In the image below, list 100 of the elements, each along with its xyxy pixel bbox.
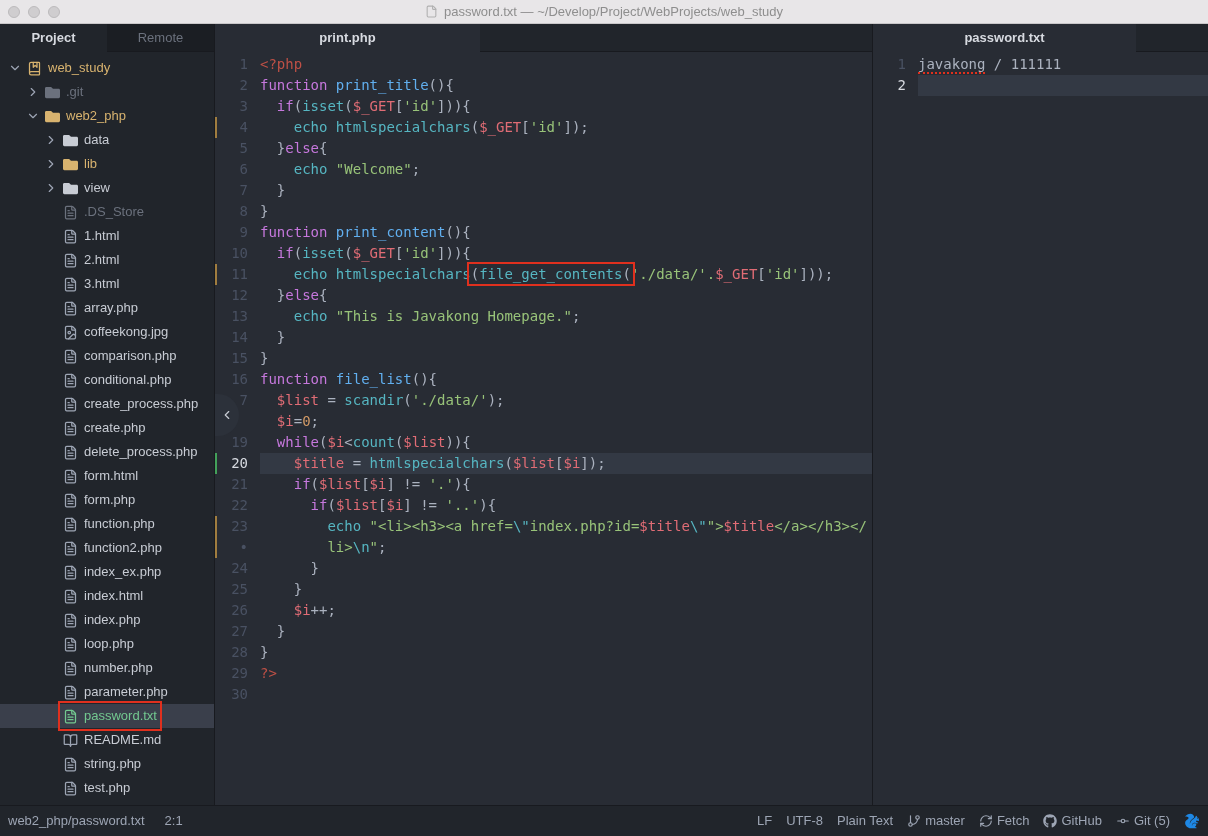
tree-item[interactable]: conditional.php — [0, 368, 214, 392]
file-icon — [63, 612, 78, 628]
code-line: <?php — [260, 55, 304, 74]
editor-tab[interactable]: print.php — [215, 24, 480, 52]
tree-item[interactable]: data — [0, 128, 214, 152]
editor-tab[interactable]: password.txt — [873, 24, 1136, 52]
window-control[interactable] — [8, 5, 20, 18]
window-control[interactable] — [28, 5, 40, 18]
tree-item[interactable]: array.php — [0, 296, 214, 320]
folder-icon — [63, 156, 78, 172]
code-line: if(isset($_GET['id'])){ — [275, 97, 472, 117]
folder-icon — [63, 132, 78, 148]
file-icon — [63, 396, 78, 412]
code-line: } — [309, 559, 320, 578]
tree-item[interactable]: parameter.php — [0, 680, 214, 704]
tree-item[interactable]: index_ex.php — [0, 560, 214, 584]
status-item[interactable]: Plain Text — [837, 811, 894, 831]
code-line: function print_title(){ — [260, 76, 455, 96]
window-control[interactable] — [48, 5, 60, 18]
code-line: echo "<li><h3><a href=\"index.php?id=$title\"">$title</a></h3></ — [326, 517, 868, 536]
code-line: } — [260, 643, 270, 662]
tree-item[interactable]: comparison.php — [0, 344, 214, 368]
tree-item-label: web2_php — [66, 107, 126, 126]
tree-item-label: 2.html — [84, 251, 120, 270]
tree-item-label: function.php — [84, 515, 155, 534]
code-line: li>\n"; — [326, 538, 388, 557]
tree-item-label: parameter.php — [84, 683, 168, 702]
tree-item[interactable]: lib — [0, 152, 214, 176]
tree-item[interactable]: form.html — [0, 464, 214, 488]
tree-item-label: data — [84, 131, 110, 150]
status-item[interactable]: UTF-8 — [786, 811, 823, 831]
tree-item[interactable]: string.php — [0, 752, 214, 776]
status-item[interactable]: Fetch — [996, 811, 1030, 831]
status-item[interactable]: master — [925, 811, 965, 831]
collapse-sidebar-button[interactable] — [215, 394, 239, 436]
file-icon — [63, 564, 78, 580]
status-item[interactable]: Git (5) — [1133, 811, 1170, 831]
tree-item[interactable]: password.txt — [0, 704, 214, 728]
tree-item[interactable]: index.html — [0, 584, 214, 608]
tree-item[interactable]: 1.html — [0, 224, 214, 248]
tree-item-label: 1.html — [84, 227, 120, 246]
file-icon — [63, 204, 78, 220]
file-icon — [63, 540, 78, 556]
tree-item[interactable]: web2_php — [0, 104, 214, 128]
code-line: if(isset($_GET['id'])){ — [275, 244, 472, 264]
tree-item[interactable]: loop.php — [0, 632, 214, 656]
tree-item-label: form.php — [84, 491, 136, 510]
tree-item[interactable]: 3.html — [0, 272, 214, 296]
squirrel-icon[interactable] — [1184, 813, 1200, 829]
branch-icon — [907, 814, 922, 828]
tree-item[interactable]: index.php — [0, 608, 214, 632]
tree-item[interactable]: delete_process.php — [0, 440, 214, 464]
file-icon — [63, 276, 78, 292]
tree-item-label: create_process.php — [84, 395, 199, 414]
tree-item[interactable]: view — [0, 176, 214, 200]
tree-item[interactable]: form.php — [0, 488, 214, 512]
tree-item[interactable]: create_process.php — [0, 392, 214, 416]
tree-item[interactable]: README.md — [0, 728, 214, 752]
file-path[interactable]: web2_php/password.txt — [8, 811, 145, 831]
code-line: }else{ — [275, 286, 329, 305]
file-icon — [63, 492, 78, 508]
line-number: 20 — [231, 455, 248, 471]
tree-item[interactable]: web_study — [0, 56, 214, 80]
tree-item-label: coffeekong.jpg — [84, 323, 169, 342]
tree-item-label: test.php — [84, 779, 131, 798]
tree-item-label: string.php — [84, 755, 142, 774]
code-line: if($list[$i] != '.'){ — [292, 475, 472, 494]
code-line: function file_list(){ — [260, 370, 438, 390]
tree-item[interactable]: function.php — [0, 512, 214, 536]
tree-item-label: 3.html — [84, 275, 120, 294]
tree-item-label: index_ex.php — [84, 563, 162, 582]
code-line: $i=0; — [275, 412, 321, 431]
repo-icon — [27, 60, 42, 76]
status-item[interactable]: GitHub — [1061, 811, 1102, 831]
tree-item[interactable]: test.php — [0, 776, 214, 800]
file-icon — [63, 684, 78, 700]
tree-item-label: comparison.php — [84, 347, 177, 366]
code-line: function print_content(){ — [260, 223, 472, 243]
tree-item-label: password.txt — [84, 707, 157, 726]
code-line: ?> — [260, 664, 278, 683]
tree-item[interactable]: coffeekong.jpg — [0, 320, 214, 344]
tree-item[interactable]: create.php — [0, 416, 214, 440]
cursor-position[interactable]: 2:1 — [164, 811, 183, 831]
file-icon — [63, 660, 78, 676]
tree-item-label: index.html — [84, 587, 144, 606]
code-line: }else{ — [275, 139, 329, 158]
tree-item[interactable]: 2.html — [0, 248, 214, 272]
code-line: while($i<count($list)){ — [275, 433, 472, 452]
tree-item[interactable]: number.php — [0, 656, 214, 680]
file-icon — [63, 372, 78, 388]
file-icon — [63, 300, 78, 316]
document-icon — [425, 5, 438, 18]
tree-item[interactable]: function2.php — [0, 536, 214, 560]
line-number: • — [239, 539, 248, 555]
refresh-icon — [978, 814, 993, 828]
folder-icon — [45, 84, 60, 100]
code-line: } — [275, 181, 287, 200]
line-number: 2 — [897, 77, 906, 93]
status-item[interactable]: LF — [757, 811, 773, 831]
tree-item-label: delete_process.php — [84, 443, 198, 462]
